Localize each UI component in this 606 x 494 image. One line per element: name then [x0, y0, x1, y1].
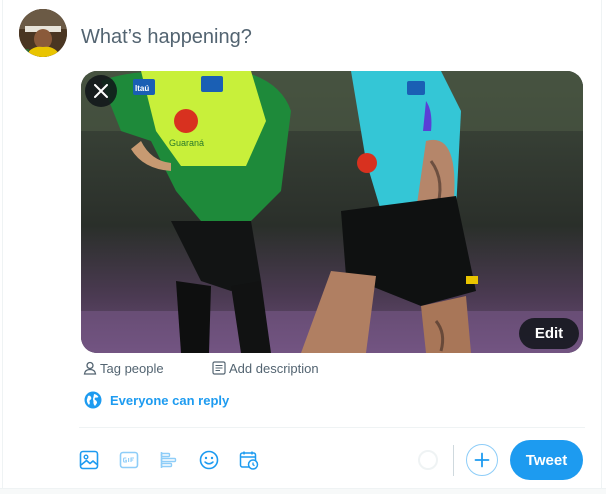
character-count-ring [418, 450, 438, 470]
emoji-button[interactable] [199, 450, 219, 470]
jersey-text-sponsor: Guaraná [169, 138, 204, 148]
schedule-icon [239, 451, 259, 470]
description-icon [212, 361, 226, 375]
media-button[interactable] [79, 450, 99, 470]
edit-media-button[interactable]: Edit [519, 318, 579, 349]
remove-media-button[interactable] [85, 75, 117, 107]
avatar[interactable] [19, 9, 67, 57]
compose-input[interactable]: What’s happening? [81, 25, 252, 49]
toolbar-separator [453, 445, 454, 476]
plus-icon [474, 452, 490, 468]
tag-people-button[interactable]: Tag people [83, 359, 164, 377]
gif-button[interactable] [119, 450, 139, 470]
add-description-button[interactable]: Add description [212, 359, 319, 377]
schedule-button[interactable] [239, 450, 259, 470]
globe-icon [84, 391, 102, 409]
reply-setting-label: Everyone can reply [110, 392, 230, 408]
poll-icon [160, 452, 177, 468]
jersey-text-left: Itaú [135, 84, 149, 93]
tag-people-label: Tag people [100, 360, 164, 376]
gif-icon [119, 451, 139, 469]
reply-setting-button[interactable]: Everyone can reply [84, 389, 229, 411]
photo-content: Guaraná Itaú [81, 71, 583, 353]
poll-button[interactable] [159, 450, 179, 470]
tweet-button[interactable]: Tweet [510, 440, 583, 480]
add-description-label: Add description [229, 360, 319, 376]
person-icon [83, 361, 97, 375]
toolbar-divider [79, 427, 585, 428]
attached-photo: Guaraná Itaú [81, 71, 583, 353]
add-thread-button[interactable] [466, 444, 498, 476]
emoji-icon [199, 450, 219, 470]
image-icon [79, 450, 99, 470]
close-icon [94, 84, 108, 98]
avatar-image [19, 9, 67, 57]
feed-separator [0, 488, 606, 494]
